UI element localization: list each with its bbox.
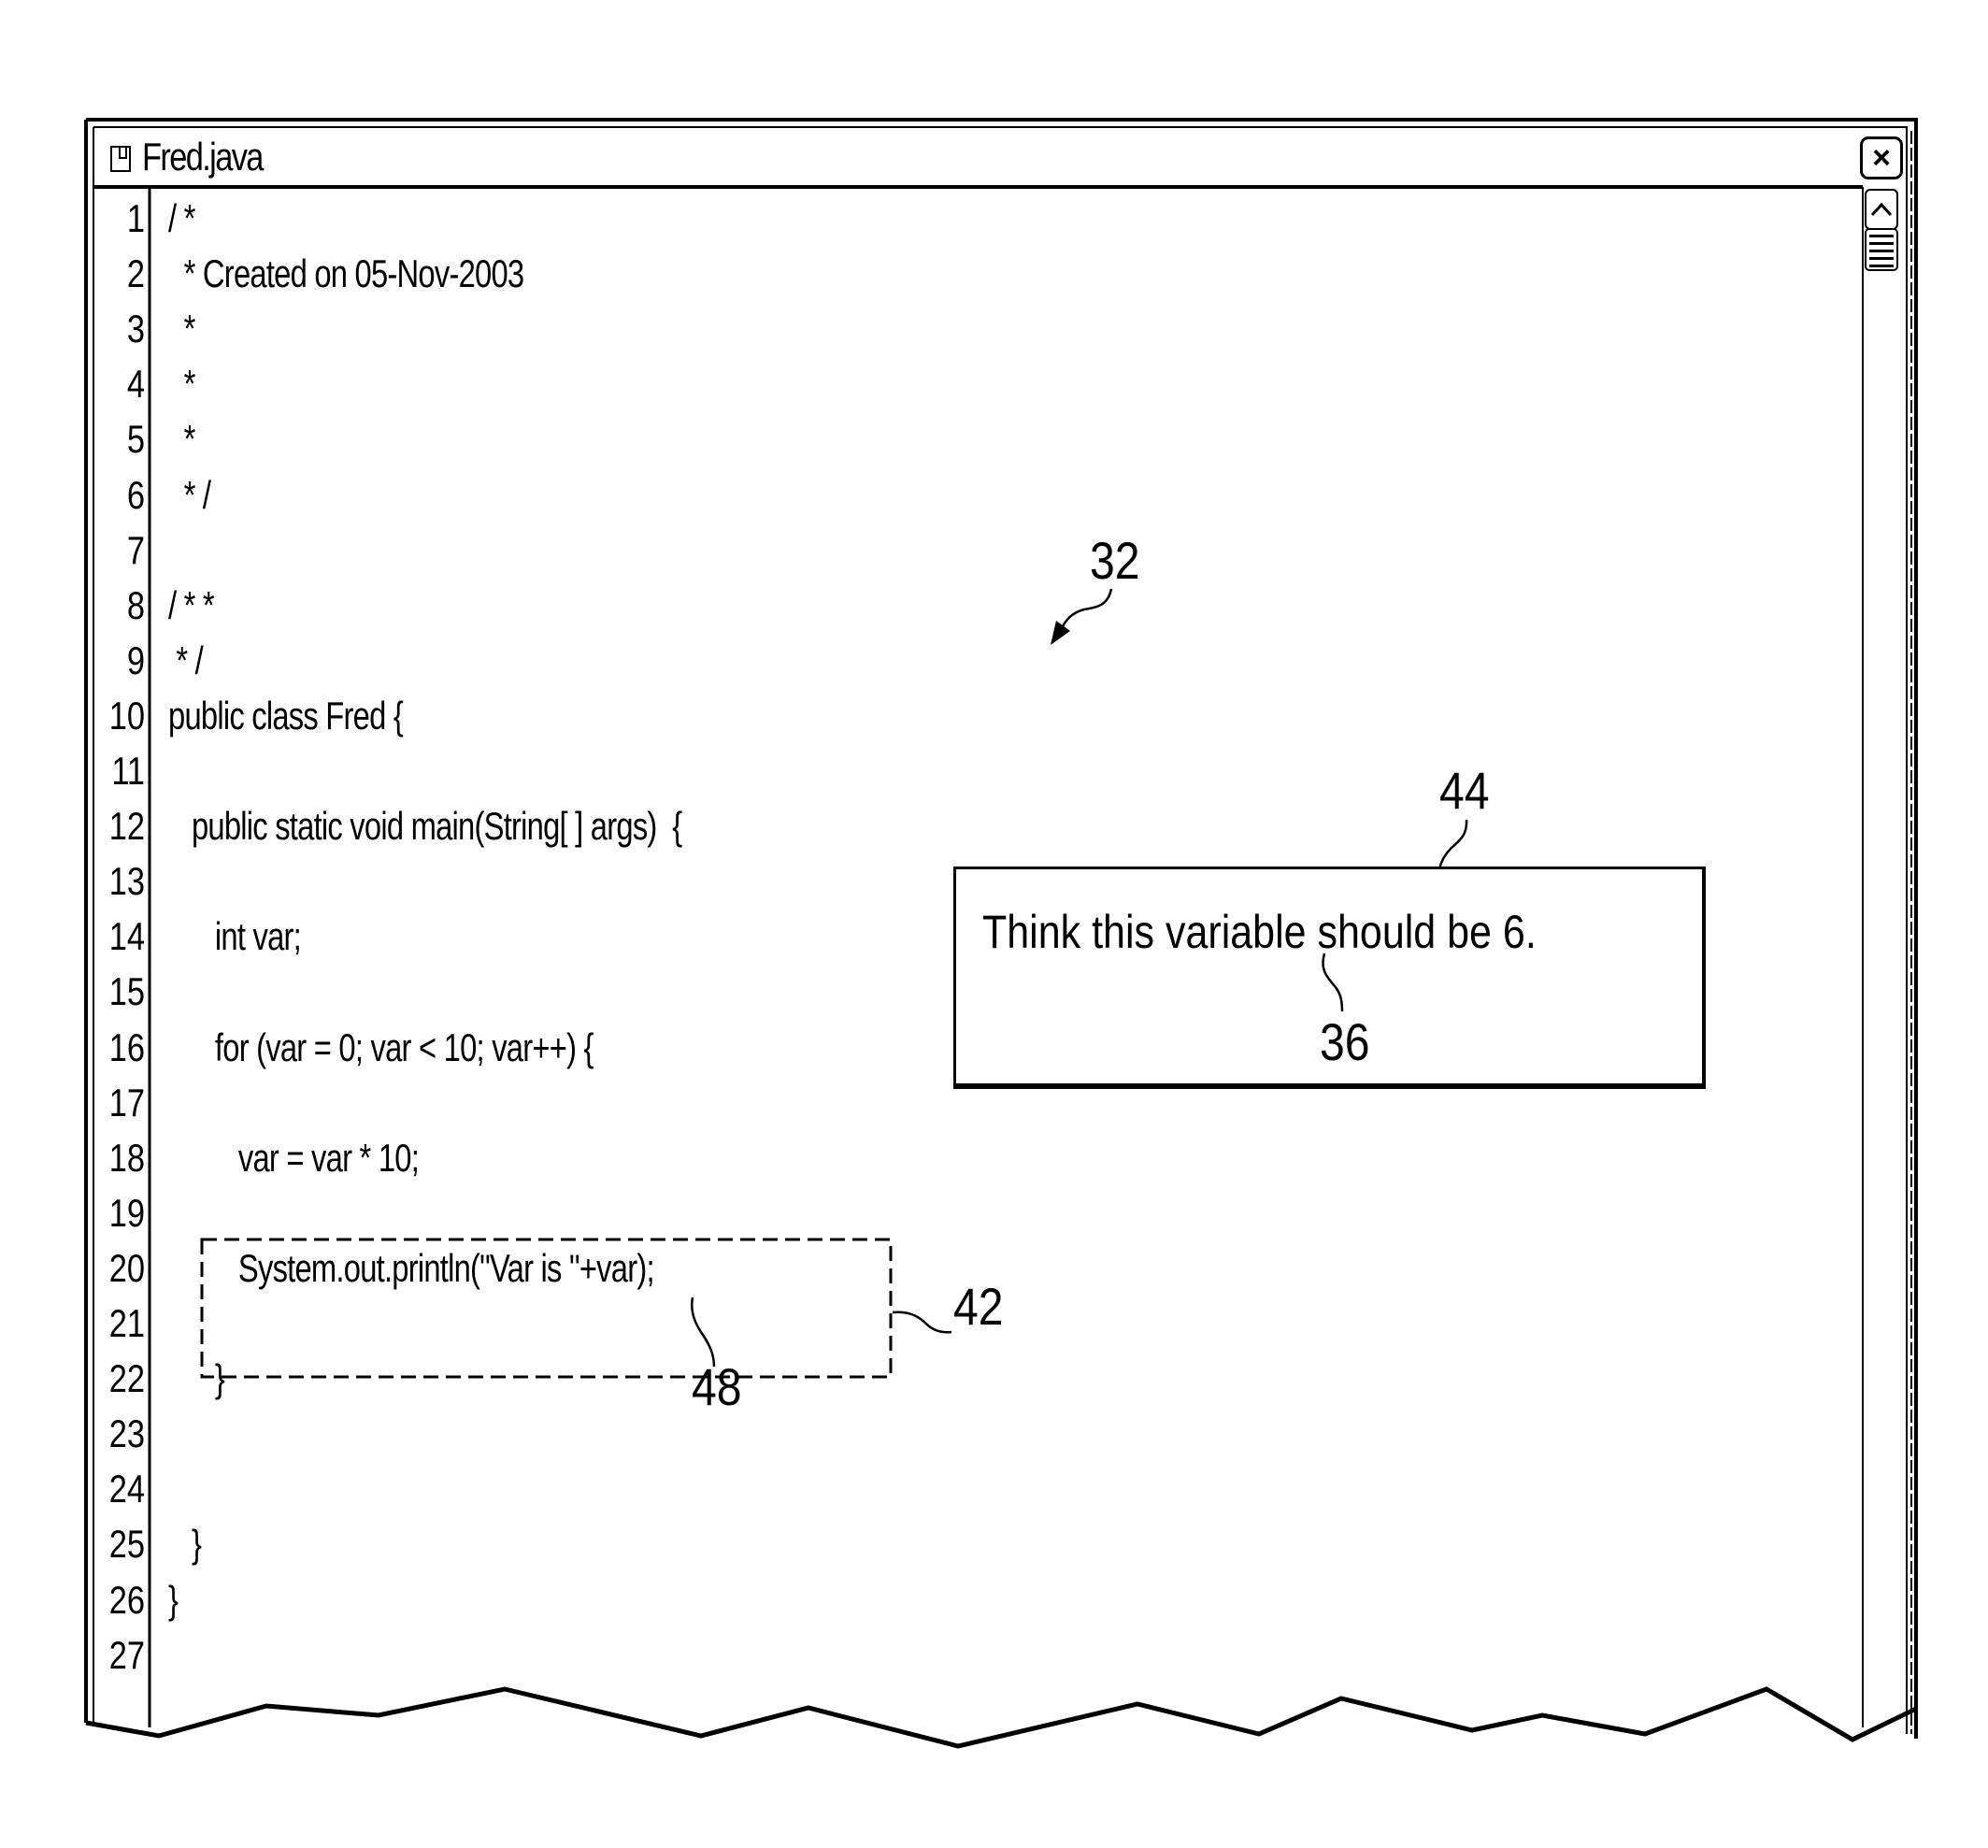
ref-numeral-variable: 48	[692, 1357, 742, 1416]
line-number: 1	[126, 196, 146, 240]
line-number: 23	[108, 1411, 146, 1456]
scrollbar-thumb[interactable]	[1865, 228, 1898, 271]
line-number: 6	[126, 472, 146, 517]
ref-numeral-highlighted-line: 42	[953, 1277, 1004, 1336]
document-icon	[110, 146, 131, 172]
line-number: 11	[111, 749, 146, 793]
line-number: 14	[108, 914, 146, 959]
code-line[interactable]: public static void main(String[ ] args) …	[168, 798, 682, 853]
line-number: 18	[108, 1135, 146, 1180]
line-number: 22	[108, 1356, 146, 1401]
line-number: 15	[108, 969, 146, 1014]
line-number: 26	[108, 1577, 146, 1622]
chevron-up-icon	[1870, 202, 1893, 217]
code-line[interactable]: *	[168, 356, 196, 411]
line-number: 8	[126, 582, 146, 627]
line-number: 19	[108, 1190, 146, 1235]
torn-edge	[85, 1686, 1918, 1749]
ref-numeral-editor: 32	[1090, 531, 1140, 590]
code-line[interactable]: * Created on 05-Nov-2003	[168, 246, 525, 301]
code-line[interactable]: *	[168, 301, 196, 356]
code-line[interactable]: System.out.println("Var is "+var);	[168, 1240, 655, 1296]
line-number: 17	[108, 1080, 146, 1125]
code-line[interactable]: }	[168, 1516, 202, 1571]
code-line[interactable]: public class Fred {	[168, 688, 404, 743]
comment-text: Think this variable should be 6.	[982, 906, 1537, 958]
ref-numeral-comment-text: 36	[1320, 1012, 1370, 1071]
window-title: Fred.java	[142, 135, 264, 179]
line-number: 5	[126, 417, 146, 462]
code-line[interactable]: }	[168, 1351, 225, 1406]
code-line[interactable]: / * *	[168, 578, 215, 633]
line-number: 24	[108, 1467, 146, 1511]
close-icon: ×	[1872, 139, 1891, 176]
ref-numeral-comment-box: 44	[1439, 761, 1490, 820]
line-number: 9	[126, 637, 146, 682]
code-line[interactable]: *	[168, 411, 196, 466]
scroll-up-button[interactable]	[1865, 189, 1898, 230]
code-line[interactable]: }	[168, 1572, 179, 1627]
line-number: 10	[108, 693, 146, 738]
line-number: 20	[108, 1245, 146, 1290]
line-number: 21	[108, 1301, 146, 1345]
line-number: 13	[108, 859, 146, 904]
line-number: 27	[108, 1632, 146, 1677]
line-number: 12	[108, 804, 146, 849]
code-line[interactable]: * /	[168, 633, 203, 688]
code-line[interactable]: int var;	[168, 909, 302, 964]
line-number: 2	[126, 251, 146, 296]
code-line[interactable]: / *	[168, 191, 195, 246]
line-number: 3	[126, 307, 146, 351]
line-number: 25	[108, 1522, 146, 1567]
close-button[interactable]: ×	[1860, 136, 1903, 179]
code-line[interactable]: var = var * 10;	[168, 1130, 420, 1185]
line-number: 16	[108, 1024, 146, 1069]
title-bar: Fred.java	[93, 123, 1862, 187]
code-line[interactable]: for (var = 0; var < 10; var++) {	[168, 1020, 594, 1075]
code-line[interactable]: * /	[168, 467, 211, 523]
line-number: 7	[126, 527, 146, 572]
line-number: 4	[126, 362, 146, 407]
